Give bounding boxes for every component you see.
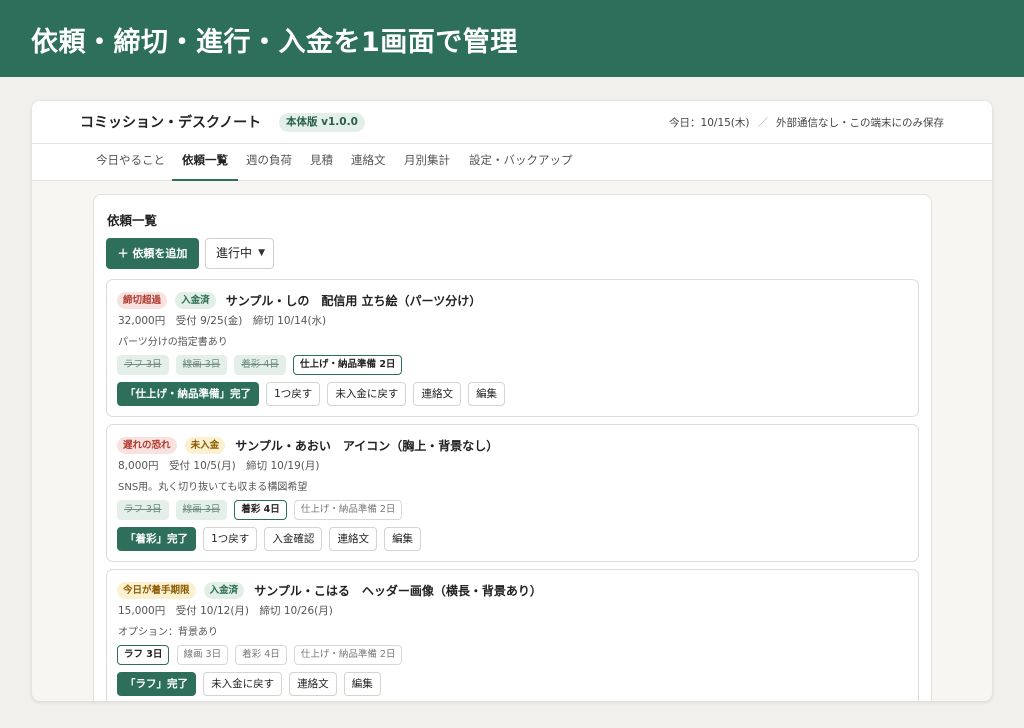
edit-button[interactable]: 編集 [343,672,381,696]
version-badge: 本体版 v1.0.0 [279,113,365,132]
stage-chip: ラフ 3日 [117,355,169,375]
complete-stage-button[interactable]: 「仕上げ・納品準備」完了 [117,382,259,406]
card-header: 今日が着手期限 入金済 サンプル・こはる ヘッダー画像（横長・背景あり） [117,580,542,599]
status-filter-value: 進行中 [216,246,253,260]
add-commission-button[interactable]: ＋ 依頼を追加 [106,238,199,269]
card-actions: 「ラフ」完了 未入金に戻す 連絡文 編集 [117,672,383,696]
header-separator: ／ [757,117,769,129]
message-button[interactable]: 連絡文 [329,527,377,551]
commission-card: 締切超過 入金済 サンプル・しの 配信用 立ち絵（パーツ分け） 32,000円 … [106,279,919,417]
card-note: SNS用。丸く切り抜いても収まる構図希望 [118,482,308,493]
card-actions: 「仕上げ・納品準備」完了 1つ戻す 未入金に戻す 連絡文 編集 [117,382,507,406]
tab-bar: 今日やること 依頼一覧 週の負荷 見積 連絡文 月別集計 設定・バックアップ [32,144,992,181]
card-actions: 「着彩」完了 1つ戻す 入金確認 連絡文 編集 [117,527,423,551]
stage-chip-current: 仕上げ・納品準備 2日 [293,355,403,375]
status-filter-select[interactable]: 進行中 ▼ [205,238,274,269]
tab-monthly[interactable]: 月別集計 [394,144,460,181]
stage-chip-current: ラフ 3日 [117,645,170,665]
stage-chip: 線画 3日 [175,500,228,520]
card-header: 遅れの恐れ 未入金 サンプル・あおい アイコン（胸上・背景なし） [117,435,499,454]
panel-title: 依頼一覧 [107,213,158,228]
stage-chip: 仕上げ・納品準備 2日 [293,500,403,520]
card-meta: 15,000円 受付 10/12(月) 締切 10/26(月) [118,605,333,617]
header-meta: 今日：10/15(木) ／ 外部通信なし・この端末にのみ保存 [669,115,944,130]
app-window: コミッション・デスクノート 本体版 v1.0.0 今日：10/15(木) ／ 外部通… [32,101,992,701]
chevron-down-icon: ▼ [258,248,265,258]
mark-unpaid-button[interactable]: 未入金に戻す [203,672,283,696]
banner-title: 依頼・締切・進行・入金を1画面で管理 [31,27,518,58]
tab-commissions[interactable]: 依頼一覧 [172,144,238,181]
card-meta: 8,000円 受付 10/5(月) 締切 10/19(月) [118,460,320,472]
stage-chip: 線画 3日 [176,645,229,665]
card-note: オプション：背景あり [118,627,218,638]
commission-card: 今日が着手期限 入金済 サンプル・こはる ヘッダー画像（横長・背景あり） 15,… [106,569,919,701]
card-title: サンプル・こはる ヘッダー画像（横長・背景あり） [254,584,542,598]
edit-button[interactable]: 編集 [384,527,422,551]
tab-estimate[interactable]: 見積 [300,144,343,181]
payment-badge: 未入金 [184,437,226,454]
message-button[interactable]: 連絡文 [289,672,337,696]
tab-settings[interactable]: 設定・バックアップ [459,144,583,181]
stage-chip: 仕上げ・納品準備 2日 [293,645,403,665]
stage-list: ラフ 3日 線画 3日 着彩 4日 仕上げ・納品準備 2日 [117,500,404,520]
card-title: サンプル・あおい アイコン（胸上・背景なし） [235,439,499,453]
confirm-payment-button[interactable]: 入金確認 [264,527,323,551]
status-badge: 締切超過 [117,292,168,309]
today-date: 今日：10/15(木) [669,117,750,129]
payment-badge: 入金済 [175,292,216,309]
stage-chip: 着彩 4日 [235,645,287,665]
status-badge: 遅れの恐れ [117,437,177,454]
tab-today[interactable]: 今日やること [86,144,175,181]
card-title: サンプル・しの 配信用 立ち絵（パーツ分け） [225,294,482,308]
stage-list: ラフ 3日 線画 3日 着彩 4日 仕上げ・納品準備 2日 [117,355,404,375]
card-header: 締切超過 入金済 サンプル・しの 配信用 立ち絵（パーツ分け） [117,290,482,309]
stage-chip: 着彩 4日 [234,355,286,375]
stage-chip-current: 着彩 4日 [234,500,287,520]
card-meta: 32,000円 受付 9/25(金) 締切 10/14(水) [118,315,327,327]
stage-list: ラフ 3日 線画 3日 着彩 4日 仕上げ・納品準備 2日 [117,645,404,665]
payment-badge: 入金済 [203,582,245,599]
step-back-button[interactable]: 1つ戻す [266,382,321,406]
complete-stage-button[interactable]: 「ラフ」完了 [117,672,196,696]
step-back-button[interactable]: 1つ戻す [203,527,258,551]
tab-weekly-load[interactable]: 週の負荷 [236,144,302,181]
complete-stage-button[interactable]: 「着彩」完了 [117,527,196,551]
mark-unpaid-button[interactable]: 未入金に戻す [327,382,407,406]
app-header: コミッション・デスクノート 本体版 v1.0.0 今日：10/15(木) ／ 外部通… [32,101,992,144]
card-note: パーツ分けの指定書あり [118,337,228,348]
stage-chip: 線画 3日 [175,355,228,375]
commission-list-panel: 依頼一覧 ＋ 依頼を追加 進行中 ▼ 締切超過 入金済 サンプル・しの 配信用 … [93,194,932,701]
status-badge: 今日が着手期限 [117,582,196,599]
stage-chip: ラフ 3日 [117,500,169,520]
tab-messages[interactable]: 連絡文 [341,144,396,181]
commission-card: 遅れの恐れ 未入金 サンプル・あおい アイコン（胸上・背景なし） 8,000円 … [106,424,919,562]
edit-button[interactable]: 編集 [468,382,506,406]
app-title: コミッション・デスクノート [80,115,262,131]
message-button[interactable]: 連絡文 [413,382,461,406]
storage-note: 外部通信なし・この端末にのみ保存 [776,117,944,129]
hero-banner: 依頼・締切・進行・入金を1画面で管理 [0,0,1024,77]
